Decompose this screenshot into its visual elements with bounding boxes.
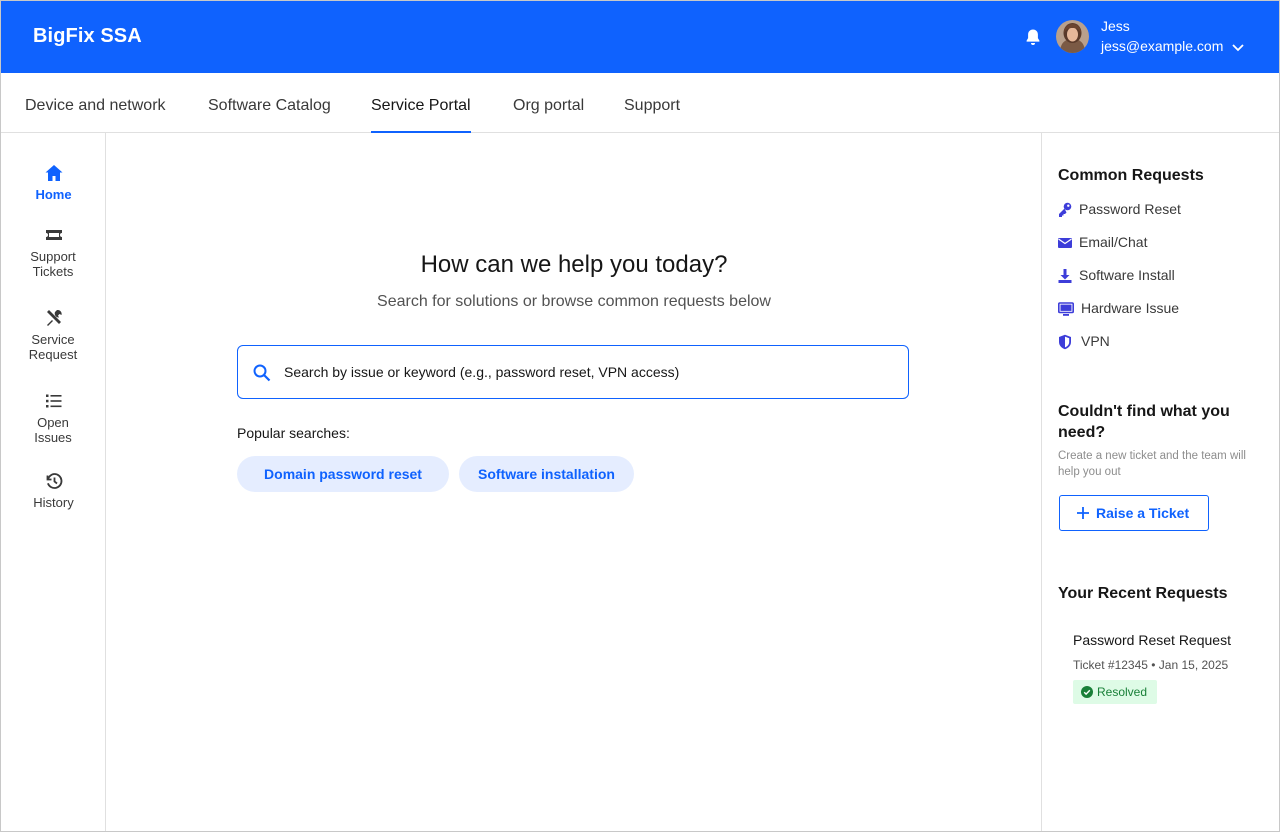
sidebar-item-label: History (33, 495, 74, 510)
envelope-icon (1058, 238, 1072, 248)
key-icon (1059, 202, 1072, 217)
download-icon (1058, 269, 1072, 283)
common-request-label: Software Install (1079, 267, 1175, 283)
status-badge: Resolved (1073, 680, 1157, 704)
status-label: Resolved (1097, 685, 1148, 699)
popular-searches-label: Popular searches: (237, 425, 350, 441)
sidebar-item-service-request[interactable]: Service Request (1, 308, 106, 362)
sidebar-item-home[interactable]: Home (1, 163, 106, 202)
search-icon (253, 364, 271, 382)
sidebar-item-label: Open Issues (34, 415, 72, 445)
recent-request-title: Password Reset Request (1073, 632, 1231, 648)
tab-software-catalog[interactable]: Software Catalog (208, 73, 331, 133)
tab-service-portal[interactable]: Service Portal (371, 73, 471, 133)
recent-request-meta: Ticket #12345 • Jan 15, 2025 (1073, 658, 1229, 672)
tab-org-portal[interactable]: Org portal (513, 73, 584, 133)
home-icon (45, 165, 62, 181)
common-request-label: Password Reset (1079, 201, 1181, 217)
recent-requests-heading: Your Recent Requests (1058, 585, 1228, 602)
chevron-down-icon[interactable] (1230, 39, 1246, 55)
brand-title: BigFix SSA (33, 25, 142, 47)
popular-search-chip[interactable]: Software installation (459, 456, 634, 492)
check-circle-icon (1081, 686, 1093, 698)
common-request-label: Hardware Issue (1081, 300, 1180, 316)
sidebar-item-open-issues[interactable]: Open Issues (1, 391, 106, 445)
ticket-icon (45, 230, 62, 240)
user-email: jess@example.com (1101, 38, 1224, 54)
common-request-label: VPN (1081, 333, 1110, 349)
main-content: How can we help you today? Search for so… (106, 133, 1042, 831)
history-icon (46, 473, 62, 489)
bell-icon[interactable] (1023, 27, 1043, 47)
sidebar-item-history[interactable]: History (1, 471, 106, 510)
top-bar: BigFix SSA Jess jess@example.com (1, 1, 1279, 73)
list-icon (45, 394, 61, 408)
app-window: BigFix SSA Jess jess@example.com Device … (0, 0, 1280, 832)
help-note: Create a new ticket and the team will he… (1058, 450, 1246, 478)
raise-ticket-button[interactable]: Raise a Ticket (1059, 495, 1209, 531)
right-panel: Common Requests Password Reset Email/Cha… (1041, 133, 1279, 831)
sidebar-item-support-tickets[interactable]: Support Tickets (1, 225, 106, 279)
sidebar-item-label: Service Request (28, 332, 78, 362)
tab-support[interactable]: Support (624, 73, 680, 133)
search-input[interactable] (284, 356, 894, 388)
raise-ticket-label: Raise a Ticket (1096, 505, 1190, 521)
tab-bar: Device and network Software Catalog Serv… (1, 73, 1279, 133)
sidebar-item-label: Home (35, 187, 72, 202)
sidebar-item-label: Support Tickets (30, 249, 76, 279)
help-heading: Couldn't find what you need? (1058, 403, 1230, 441)
search-box[interactable] (237, 345, 909, 399)
page-title: How can we help you today? (420, 251, 728, 278)
monitor-icon (1058, 302, 1074, 316)
page-subtitle: Search for solutions or browse common re… (377, 293, 771, 310)
common-request-label: Email/Chat (1079, 234, 1148, 250)
sidebar: Home Support Tickets Service Request Ope… (1, 133, 106, 831)
shield-icon (1059, 334, 1071, 350)
avatar[interactable] (1056, 20, 1089, 53)
user-name: Jess (1101, 18, 1130, 34)
tools-icon (46, 309, 62, 326)
popular-search-chip[interactable]: Domain password reset (237, 456, 449, 492)
tab-device-and-network[interactable]: Device and network (25, 73, 166, 133)
plus-icon (1077, 507, 1089, 519)
common-requests-heading: Common Requests (1058, 167, 1204, 184)
